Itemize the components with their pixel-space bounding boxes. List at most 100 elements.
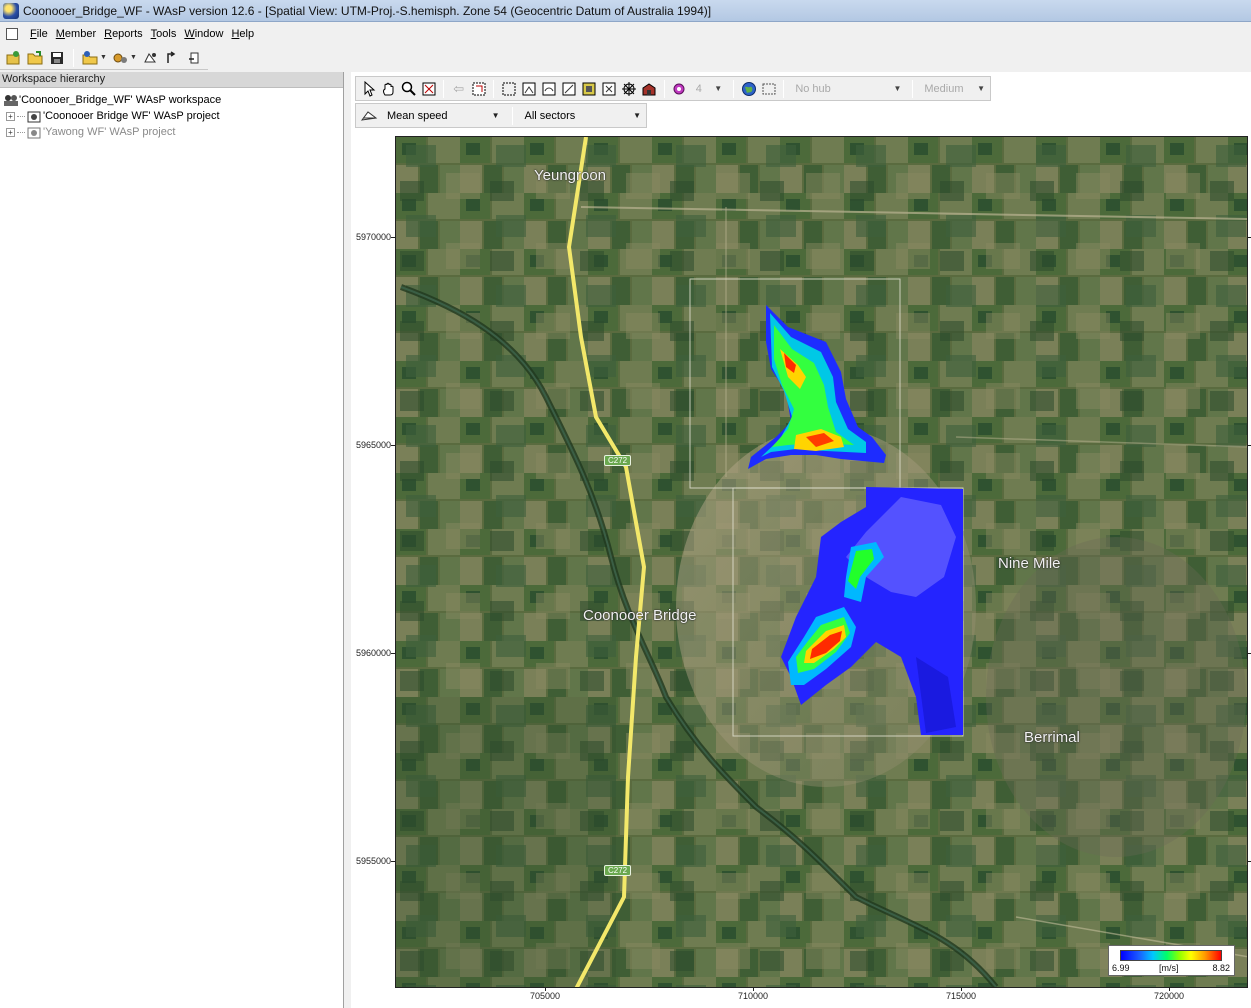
roughness-layer-icon[interactable] — [540, 80, 557, 98]
tree-connector — [17, 115, 25, 117]
move-down-icon[interactable] — [185, 49, 203, 67]
y-tick-label: 5955000 — [355, 856, 391, 866]
sector-combo[interactable]: All sectors ▼ — [520, 106, 646, 125]
save-icon[interactable] — [48, 49, 66, 67]
wasp-app-icon — [3, 2, 19, 19]
menu-member[interactable]: Member — [52, 28, 100, 40]
x-tick-label: 705000 — [529, 991, 561, 1001]
menu-file[interactable]: File — [26, 28, 52, 40]
expand-plus-icon[interactable]: + — [6, 127, 15, 137]
sector-combo-text: All sectors — [524, 109, 576, 122]
menu-reports[interactable]: Reports — [100, 28, 147, 40]
select-area-icon[interactable] — [500, 80, 517, 98]
contour-layer-icon[interactable] — [560, 80, 577, 98]
tree-connector — [17, 131, 25, 133]
y-tick-label: 5970000 — [355, 232, 391, 242]
building-icon[interactable] — [641, 80, 658, 98]
legend-color-bar — [1120, 950, 1222, 961]
variable-combo[interactable]: Mean speed ▼ — [382, 106, 505, 125]
map-layer-icon[interactable] — [520, 80, 537, 98]
insert-member-icon[interactable] — [81, 49, 99, 67]
x-tick-label: 710000 — [737, 991, 769, 1001]
variable-combo-text: Mean speed — [387, 109, 448, 122]
wind-rose-icon[interactable] — [621, 80, 638, 98]
place-label-yeungroon: Yeungroon — [534, 167, 607, 184]
grid-layer-icon[interactable] — [580, 80, 597, 98]
color-legend: 6.99 [m/s] 8.82 — [1108, 945, 1235, 976]
legend-max-value: 8.82 — [1212, 963, 1230, 973]
turbine-layer-icon[interactable] — [601, 80, 618, 98]
x-tick — [753, 988, 754, 991]
new-workspace-icon[interactable] — [4, 49, 22, 67]
chevron-down-icon[interactable]: ▼ — [100, 54, 107, 61]
toolbar-separator — [493, 79, 495, 98]
color-palette-icon[interactable] — [671, 80, 688, 98]
value-combo[interactable]: 4 ▼ — [691, 79, 728, 98]
chevron-down-icon[interactable]: ▼ — [130, 54, 137, 61]
toolbar-separator — [783, 79, 785, 98]
chevron-down-icon: ▼ — [977, 84, 985, 93]
hub-combo-text: No hub — [795, 82, 831, 95]
zoom-extent-icon[interactable] — [420, 80, 437, 98]
chevron-down-icon: ▼ — [893, 84, 902, 93]
tree-item-label: 'Yawong WF' WAsP project — [43, 126, 176, 138]
menu-window[interactable]: Window — [180, 28, 227, 40]
tree-item-label: 'Coonooer_Bridge_WF' WAsP workspace — [19, 94, 222, 106]
tree-item-workspace[interactable]: 'Coonooer_Bridge_WF' WAsP workspace — [0, 92, 343, 108]
hand-pan-icon[interactable] — [380, 80, 397, 98]
zoom-window-icon[interactable] — [470, 80, 487, 98]
main-toolbar: ▼ ▼ — [0, 46, 208, 70]
place-label-nine-mile: Nine Mile — [998, 555, 1061, 572]
place-label-coonooer-bridge: Coonooer Bridge — [583, 607, 697, 624]
satellite-map — [396, 137, 1247, 987]
toolbar-separator — [511, 106, 513, 125]
menu-help[interactable]: Help — [227, 28, 258, 40]
variable-toolbar: Mean speed ▼ All sectors ▼ — [355, 103, 647, 128]
tools-icon[interactable] — [111, 49, 129, 67]
detail-combo-text: Medium — [924, 82, 964, 95]
x-tick-label: 715000 — [945, 991, 977, 1001]
document-icon[interactable] — [6, 28, 18, 40]
x-tick-label: 720000 — [1153, 991, 1185, 1001]
toolbar-separator — [443, 79, 445, 98]
menu-tools[interactable]: Tools — [147, 28, 181, 40]
road-badge: C272 — [604, 455, 632, 466]
tree-item-coonooer-project[interactable]: + 'Coonooer Bridge WF' WAsP project — [0, 108, 343, 124]
menu-bar: File Member Reports Tools Window Help — [0, 23, 1251, 45]
x-tick — [961, 988, 962, 991]
open-folder-icon[interactable] — [26, 49, 44, 67]
move-up-icon[interactable] — [163, 49, 181, 67]
detail-combo[interactable]: Medium ▼ — [919, 79, 990, 98]
title-bar: Coonooer_Bridge_WF - WAsP version 12.6 -… — [0, 0, 1251, 22]
tree-item-yawong-project[interactable]: + 'Yawong WF' WAsP project — [0, 124, 343, 140]
workspace-panel: Workspace hierarchy 'Coonooer_Bridge_WF'… — [0, 72, 344, 1008]
pointer-icon[interactable] — [360, 80, 377, 98]
map-canvas[interactable]: Yeungroon Coonooer Bridge Nine Mile Berr… — [395, 136, 1248, 988]
place-label-berrimal: Berrimal — [1024, 729, 1080, 746]
x-tick — [1169, 988, 1170, 991]
wind-resource-icon — [360, 107, 378, 125]
chevron-down-icon: ▼ — [714, 84, 723, 93]
fullscreen-icon[interactable] — [760, 80, 777, 98]
project-icon — [27, 126, 41, 139]
legend-unit: [m/s] — [1159, 963, 1179, 973]
y-tick-label: 5965000 — [355, 440, 391, 450]
chevron-down-icon: ▼ — [491, 111, 500, 120]
zoom-icon[interactable] — [400, 80, 417, 98]
toolbar-separator — [912, 79, 914, 98]
y-tick-label: 5960000 — [355, 648, 391, 658]
hub-combo[interactable]: No hub ▼ — [790, 79, 906, 98]
lock-member-icon[interactable] — [141, 49, 159, 67]
road-badge: C272 — [604, 865, 632, 876]
globe-icon[interactable] — [740, 80, 757, 98]
tree-item-label: 'Coonooer Bridge WF' WAsP project — [43, 110, 220, 122]
expand-plus-icon[interactable]: + — [6, 111, 15, 121]
toolbar-separator — [733, 79, 735, 98]
toolbar-separator — [73, 48, 74, 67]
window-title: Coonooer_Bridge_WF - WAsP version 12.6 -… — [23, 3, 712, 18]
legend-min-value: 6.99 — [1112, 963, 1130, 973]
x-tick — [545, 988, 546, 991]
workspace-panel-header: Workspace hierarchy — [0, 72, 343, 88]
workspace-icon — [3, 94, 18, 107]
back-arrow-icon[interactable]: ⇦ — [450, 80, 467, 98]
